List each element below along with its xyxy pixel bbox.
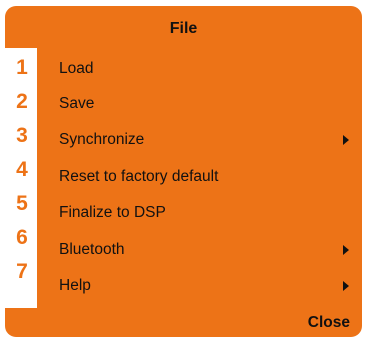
menu-item-label: Help — [59, 277, 91, 294]
item-number-3: 3 — [16, 124, 28, 147]
menu-item-bluetooth[interactable]: Bluetooth — [37, 232, 362, 268]
number-strip: 1 2 3 4 5 6 7 — [5, 48, 37, 308]
menu-item-finalize-dsp[interactable]: Finalize to DSP — [37, 195, 362, 231]
menu-item-label: Reset to factory default — [59, 168, 219, 185]
item-number-4: 4 — [16, 158, 28, 181]
menu-item-synchronize[interactable]: Synchronize — [37, 122, 362, 158]
menu-item-label: Bluetooth — [59, 241, 125, 258]
item-number-6: 6 — [16, 226, 28, 249]
menu-item-label: Save — [59, 95, 95, 112]
item-number-5: 5 — [16, 192, 28, 215]
close-button[interactable]: Close — [308, 314, 350, 332]
chevron-right-icon — [343, 245, 349, 255]
chevron-right-icon — [343, 135, 349, 145]
file-menu: File 1 2 3 4 5 6 7 Load Save Synchronize… — [5, 6, 362, 337]
menu-item-load[interactable]: Load — [37, 51, 362, 87]
menu-item-save[interactable]: Save — [37, 86, 362, 122]
menu-item-label: Load — [59, 60, 94, 77]
menu-item-label: Synchronize — [59, 131, 145, 148]
item-number-2: 2 — [16, 90, 28, 113]
menu-title: File — [169, 20, 198, 37]
menu-item-label: Finalize to DSP — [59, 204, 166, 221]
item-number-7: 7 — [16, 260, 28, 283]
item-number-1: 1 — [16, 56, 28, 79]
menu-item-reset-factory-default[interactable]: Reset to factory default — [37, 159, 362, 195]
menu-item-help[interactable]: Help — [37, 268, 362, 304]
chevron-right-icon — [343, 281, 349, 291]
